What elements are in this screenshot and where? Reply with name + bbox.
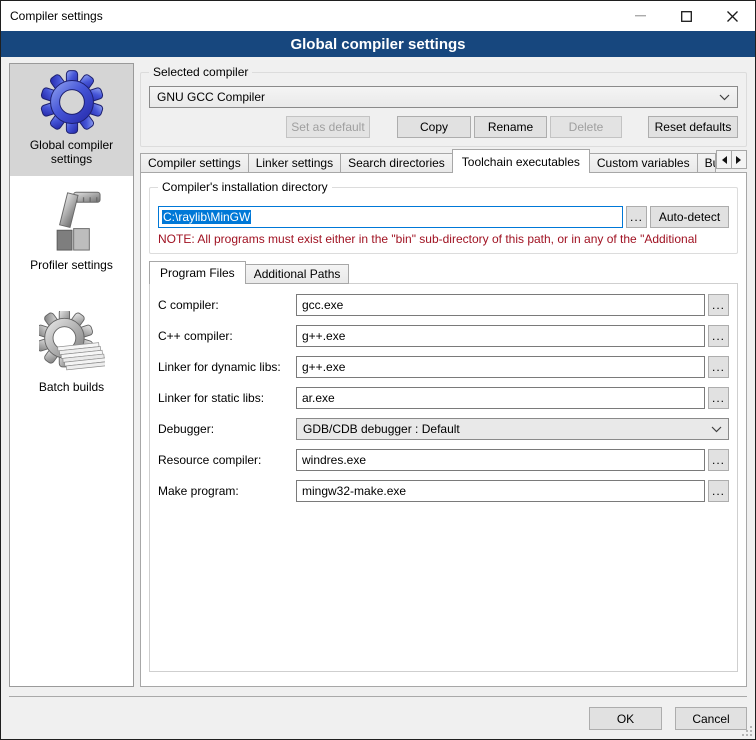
field-row-linker-static: Linker for static libs: ar.exe ... [158,387,729,409]
installation-directory-input[interactable]: C:\raylib\MinGW [158,206,623,228]
field-row-resource-compiler: Resource compiler: windres.exe ... [158,449,729,471]
debugger-select[interactable]: GDB/CDB debugger : Default [296,418,729,440]
make-program-input[interactable]: mingw32-make.exe [296,480,705,502]
sidebar: Global compiler settings [9,63,134,687]
arrow-left-icon [718,156,727,164]
maximize-icon [681,11,692,22]
set-as-default-button[interactable]: Set as default [286,116,370,138]
compiler-settings-dialog: Compiler settings Global compiler settin… [0,0,756,740]
selected-compiler-group-label: Selected compiler [149,65,252,79]
resize-grip-icon[interactable] [742,726,753,737]
installation-directory-row: C:\raylib\MinGW ... Auto-detect [158,206,729,228]
tab-scroll-right-button[interactable] [731,150,747,169]
tab-additional-paths[interactable]: Additional Paths [245,264,350,284]
sidebar-item-label: Global compiler settings [12,138,131,166]
browse-make-program-button[interactable]: ... [708,480,729,502]
main-panel: Selected compiler GNU GCC Compiler Set a… [140,63,747,687]
gear-icon [39,69,105,135]
program-files-panel: C compiler: gcc.exe ... C++ compiler: g+… [149,283,738,672]
linker-dynamic-input[interactable]: g++.exe [296,356,705,378]
field-row-make-program: Make program: mingw32-make.exe ... [158,480,729,502]
tab-scroll-arrows [716,150,747,169]
c-compiler-value: gcc.exe [302,298,343,312]
tab-search-directories[interactable]: Search directories [340,153,453,173]
c-compiler-input[interactable]: gcc.exe [296,294,705,316]
sidebar-item-profiler-settings[interactable]: Profiler settings [10,184,133,282]
browse-cpp-compiler-button[interactable]: ... [708,325,729,347]
browse-linker-static-button[interactable]: ... [708,387,729,409]
linker-static-label: Linker for static libs: [158,391,296,405]
title-bar: Compiler settings [1,1,755,31]
bin-subdirectory-note: NOTE: All programs must exist either in … [158,232,729,246]
sidebar-item-global-compiler-settings[interactable]: Global compiler settings [10,64,133,176]
reset-defaults-button[interactable]: Reset defaults [648,116,738,138]
cpp-compiler-value: g++.exe [302,329,345,343]
minimize-icon [635,15,646,17]
linker-static-value: ar.exe [302,391,335,405]
tab-scroll-left-button[interactable] [716,150,732,169]
tab-custom-variables[interactable]: Custom variables [589,153,698,173]
ok-button[interactable]: OK [589,707,662,730]
auto-detect-button[interactable]: Auto-detect [650,206,729,228]
compiler-actions: Set as default Copy Rename Delete Reset … [149,116,738,138]
field-row-cpp-compiler: C++ compiler: g++.exe ... [158,325,729,347]
tab-build-options-truncated[interactable]: Build [697,153,716,173]
debugger-label: Debugger: [158,422,296,436]
close-button[interactable] [709,1,755,31]
make-program-label: Make program: [158,484,296,498]
window-controls [617,1,755,31]
compiler-select-value: GNU GCC Compiler [157,90,719,104]
c-compiler-label: C compiler: [158,298,296,312]
tab-toolchain-executables[interactable]: Toolchain executables [452,149,590,173]
settings-tab-strip: Compiler settings Linker settings Search… [140,149,747,173]
program-files-tab-strip: Program Files Additional Paths [149,261,738,284]
compiler-select[interactable]: GNU GCC Compiler [149,86,738,108]
toolchain-executables-page: Compiler's installation directory C:\ray… [140,172,747,687]
rename-button[interactable]: Rename [474,116,547,138]
delete-button[interactable]: Delete [550,116,622,138]
browse-linker-dynamic-button[interactable]: ... [708,356,729,378]
page-title: Global compiler settings [1,31,755,57]
resource-compiler-input[interactable]: windres.exe [296,449,705,471]
installation-directory-group-label: Compiler's installation directory [158,180,332,194]
window-title: Compiler settings [1,9,103,23]
tab-program-files[interactable]: Program Files [149,261,246,284]
batch-builds-icon [39,311,105,377]
sidebar-item-batch-builds[interactable]: Batch builds [10,306,133,404]
installation-directory-group: Compiler's installation directory C:\ray… [149,187,738,254]
copy-button[interactable]: Copy [397,116,471,138]
linker-dynamic-value: g++.exe [302,360,345,374]
close-icon [727,11,738,22]
debugger-value: GDB/CDB debugger : Default [303,422,711,436]
resource-compiler-label: Resource compiler: [158,453,296,467]
cpp-compiler-label: C++ compiler: [158,329,296,343]
caliper-icon [39,189,105,255]
field-row-c-compiler: C compiler: gcc.exe ... [158,294,729,316]
resource-compiler-value: windres.exe [302,453,366,467]
linker-dynamic-label: Linker for dynamic libs: [158,360,296,374]
browse-resource-compiler-button[interactable]: ... [708,449,729,471]
browse-directory-button[interactable]: ... [626,206,647,228]
tab-compiler-settings[interactable]: Compiler settings [140,153,249,173]
maximize-button[interactable] [663,1,709,31]
cancel-button[interactable]: Cancel [675,707,747,730]
cpp-compiler-input[interactable]: g++.exe [296,325,705,347]
installation-directory-value: C:\raylib\MinGW [162,210,251,224]
chevron-down-icon [719,94,730,101]
dialog-footer: OK Cancel [9,687,747,739]
footer-buttons: OK Cancel [589,707,747,730]
browse-c-compiler-button[interactable]: ... [708,294,729,316]
dialog-content: Global compiler settings [1,57,755,687]
selected-compiler-group: Selected compiler GNU GCC Compiler Set a… [140,72,747,147]
field-row-linker-dynamic: Linker for dynamic libs: g++.exe ... [158,356,729,378]
arrow-right-icon [736,156,745,164]
field-row-debugger: Debugger: GDB/CDB debugger : Default [158,418,729,440]
chevron-down-icon [711,426,722,433]
linker-static-input[interactable]: ar.exe [296,387,705,409]
sidebar-item-label: Batch builds [39,380,104,394]
tab-linker-settings[interactable]: Linker settings [248,153,341,173]
minimize-button[interactable] [617,1,663,31]
make-program-value: mingw32-make.exe [302,484,406,498]
sidebar-item-label: Profiler settings [30,258,113,272]
